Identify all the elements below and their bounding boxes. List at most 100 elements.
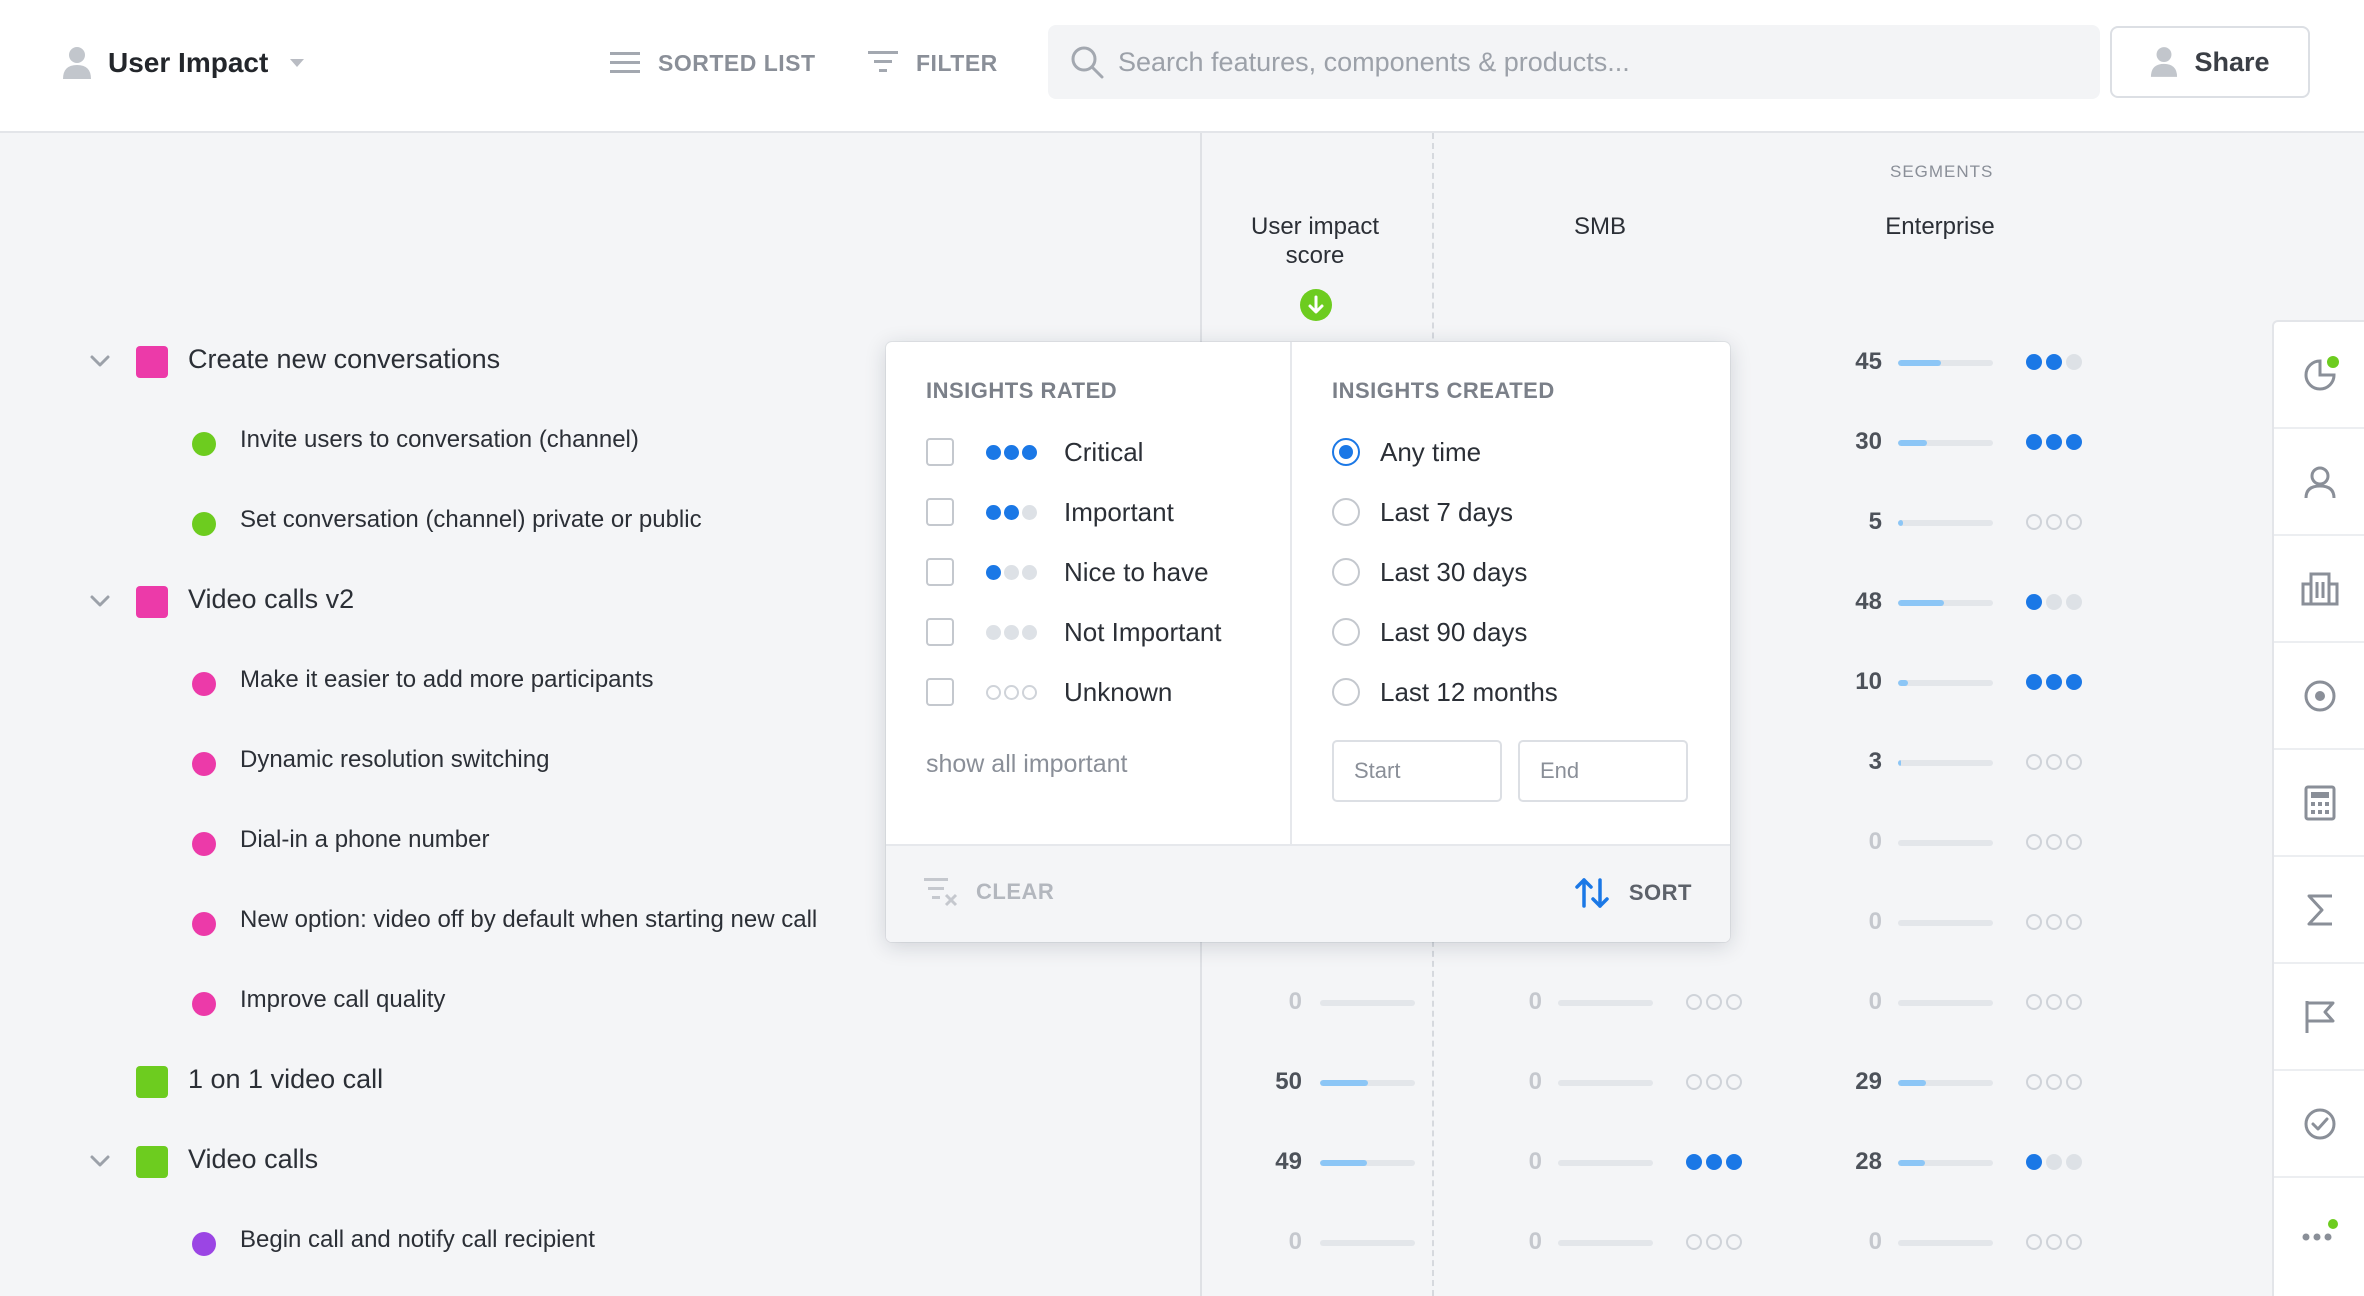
importance-dot xyxy=(2026,1154,2042,1170)
rail-button-more[interactable] xyxy=(2274,1178,2364,1285)
rated-option-nice-to-have[interactable]: Nice to have xyxy=(926,550,1209,594)
sort-button[interactable]: SORT xyxy=(1575,876,1692,910)
smb-score-bar xyxy=(1558,1240,1653,1246)
feature-name[interactable]: 1 on 1 video call xyxy=(188,1064,383,1095)
checkbox[interactable] xyxy=(926,498,954,526)
radio-button[interactable] xyxy=(1332,618,1360,646)
search-input[interactable] xyxy=(1118,46,2078,78)
radio-button[interactable] xyxy=(1332,498,1360,526)
uis-score-bar-fill xyxy=(1320,1080,1368,1086)
importance-dot xyxy=(1726,994,1742,1010)
importance-dot xyxy=(2046,914,2062,930)
group-color-marker xyxy=(136,1146,168,1178)
rail-button-target[interactable] xyxy=(2274,643,2364,750)
importance-dot xyxy=(2026,434,2042,450)
filter-button[interactable]: FILTER xyxy=(868,38,998,88)
rail-button-person[interactable] xyxy=(2274,429,2364,536)
importance-dot xyxy=(1004,444,1019,460)
group-color-marker xyxy=(136,346,168,378)
importance-dot xyxy=(1004,624,1019,640)
feature-name[interactable]: Begin call and notify call recipient xyxy=(240,1226,595,1254)
ent-score-bar-fill xyxy=(1898,1160,1925,1166)
option-label: Not Important xyxy=(1064,616,1222,647)
segments-label: SEGMENTS xyxy=(1890,162,1994,181)
ent-score-bar-fill xyxy=(1898,760,1901,766)
table-row[interactable]: 1 on 1 video call 50 0 29 xyxy=(0,1042,2270,1122)
feature-name[interactable]: Dial-in a phone number xyxy=(240,826,489,854)
feature-name[interactable]: Set conversation (channel) private or pu… xyxy=(240,506,702,534)
created-option-last-90-days[interactable]: Last 90 days xyxy=(1332,610,1527,654)
chevron-down-icon[interactable] xyxy=(88,1149,112,1173)
share-button[interactable]: Share xyxy=(2110,26,2310,98)
clear-button[interactable]: CLEAR xyxy=(924,876,1054,908)
feature-name[interactable]: Video calls xyxy=(188,1144,318,1175)
ent-score-bar xyxy=(1898,1080,1993,1086)
radio-button[interactable] xyxy=(1332,558,1360,586)
created-option-last-7-days[interactable]: Last 7 days xyxy=(1332,490,1513,534)
table-row[interactable]: Video calls 49 0 28 xyxy=(0,1122,2270,1202)
end-date-input[interactable] xyxy=(1518,740,1688,802)
rated-option-not-important[interactable]: Not Important xyxy=(926,610,1222,654)
created-option-last-12-months[interactable]: Last 12 months xyxy=(1332,670,1558,714)
start-date-input[interactable] xyxy=(1332,740,1502,802)
view-switcher[interactable]: User Impact xyxy=(62,38,305,88)
search-icon xyxy=(1071,46,1104,79)
ent-score-bar-fill xyxy=(1898,360,1941,366)
importance-dot xyxy=(986,684,1001,700)
ent-score: 5 xyxy=(1868,508,1882,535)
sorted-list-button[interactable]: SORTED LIST xyxy=(610,38,816,88)
checkbox[interactable] xyxy=(926,438,954,466)
uis-score-bar xyxy=(1320,1080,1415,1086)
ent-score: 0 xyxy=(1868,908,1882,935)
importance-dot xyxy=(2026,354,2042,370)
importance-dot xyxy=(1726,1234,1742,1250)
feature-name[interactable]: Dynamic resolution switching xyxy=(240,746,549,774)
rail-button-chart[interactable] xyxy=(2274,322,2364,429)
ent-importance-dots xyxy=(2026,994,2082,1010)
rail-button-check[interactable] xyxy=(2274,1071,2364,1178)
column-header-user-impact[interactable]: User impact score xyxy=(1215,212,1415,270)
table-row[interactable]: Improve call quality 0 0 0 xyxy=(0,962,2270,1042)
filter-label: FILTER xyxy=(916,49,998,76)
feature-color-dot xyxy=(192,832,216,856)
rated-option-unknown[interactable]: Unknown xyxy=(926,670,1172,714)
feature-name[interactable]: Invite users to conversation (channel) xyxy=(240,426,639,454)
rail-button-flag[interactable] xyxy=(2274,964,2364,1071)
importance-dot xyxy=(1022,504,1037,520)
importance-dots xyxy=(986,444,1042,460)
created-option-last-30-days[interactable]: Last 30 days xyxy=(1332,550,1527,594)
group-color-marker xyxy=(136,586,168,618)
chevron-down-icon[interactable] xyxy=(88,349,112,373)
feature-color-dot xyxy=(192,512,216,536)
checkbox[interactable] xyxy=(926,618,954,646)
rated-option-important[interactable]: Important xyxy=(926,490,1174,534)
rail-button-sigma[interactable] xyxy=(2274,857,2364,964)
smb-importance-dots xyxy=(1686,1234,1742,1250)
rail-button-calculator[interactable] xyxy=(2274,750,2364,857)
rail-button-building[interactable] xyxy=(2274,536,2364,643)
radio-button[interactable] xyxy=(1332,678,1360,706)
show-all-important-link[interactable]: show all important xyxy=(926,750,1127,779)
column-header-enterprise[interactable]: Enterprise xyxy=(1840,212,2040,241)
checkbox[interactable] xyxy=(926,558,954,586)
importance-dot xyxy=(2046,674,2062,690)
chevron-down-icon[interactable] xyxy=(88,589,112,613)
feature-name[interactable]: Make it easier to add more participants xyxy=(240,666,654,694)
column-header-smb[interactable]: SMB xyxy=(1520,212,1680,241)
smb-score: 0 xyxy=(1528,1068,1542,1095)
smb-importance-dots xyxy=(1686,994,1742,1010)
feature-name[interactable]: New option: video off by default when st… xyxy=(240,906,817,934)
checkbox[interactable] xyxy=(926,678,954,706)
feature-name[interactable]: Create new conversations xyxy=(188,344,500,375)
sort-descending-indicator[interactable] xyxy=(1300,289,1332,321)
rated-option-critical[interactable]: Critical xyxy=(926,430,1143,474)
created-option-any-time[interactable]: Any time xyxy=(1332,430,1481,474)
radio-button[interactable] xyxy=(1332,438,1360,466)
ent-importance-dots xyxy=(2026,1074,2082,1090)
ent-score-bar xyxy=(1898,760,1993,766)
chart-icon xyxy=(2304,355,2339,390)
feature-name[interactable]: Improve call quality xyxy=(240,986,445,1014)
uis-score: 0 xyxy=(1288,1228,1302,1255)
table-row[interactable]: Begin call and notify call recipient 0 0 0 xyxy=(0,1202,2270,1282)
feature-name[interactable]: Video calls v2 xyxy=(188,584,354,615)
